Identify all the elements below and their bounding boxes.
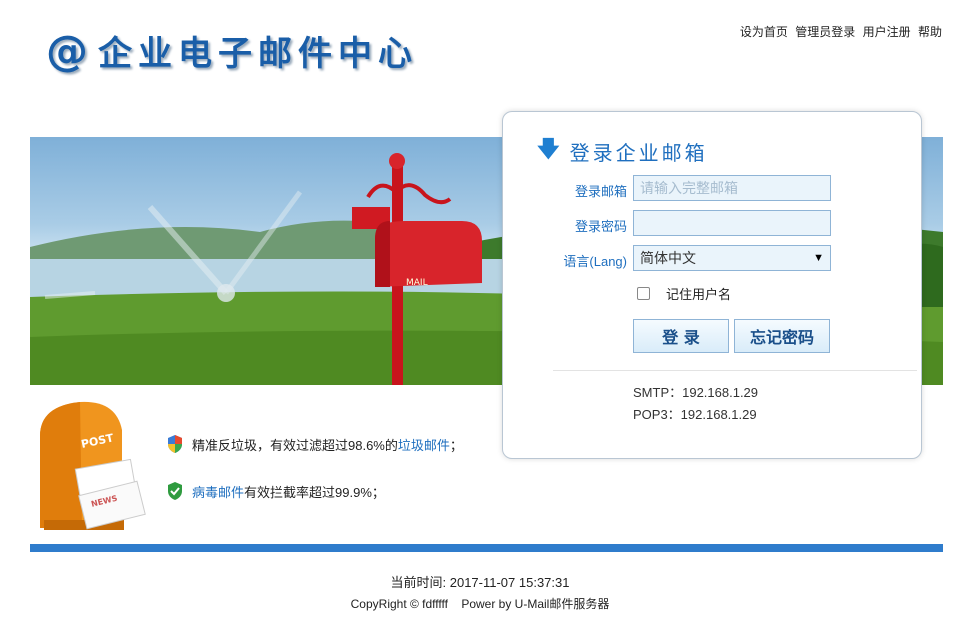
language-label: 语言(Lang) <box>563 254 627 269</box>
language-row: 语言(Lang) 简体中文 ▼ <box>503 245 921 273</box>
login-panel: 🡇 登录企业邮箱 登录邮箱 登录密码 语言(Lang) 简体中文 ▼ 记住用户名… <box>502 111 922 459</box>
language-select[interactable]: 简体中文 ▼ <box>633 245 831 271</box>
mailbox-label: MAIL <box>406 278 428 288</box>
remember-checkbox[interactable] <box>637 287 650 300</box>
email-field[interactable] <box>633 175 831 201</box>
feature-antispam-suffix: ； <box>449 437 463 453</box>
logo-title: 企业电子邮件中心 <box>98 34 418 74</box>
feature-antivirus-text: 有效拦截率超过99.9%； <box>244 484 385 500</box>
password-label: 登录密码 <box>574 219 627 234</box>
virus-mail-link[interactable]: 病毒邮件 <box>192 482 244 501</box>
shield-icon <box>168 435 182 453</box>
top-links: 设为首页 管理员登录 用户注册 帮助 <box>736 23 942 40</box>
smtp-info: SMTP：192.168.1.29 <box>633 385 759 400</box>
pop3-info: POP3：192.168.1.29 <box>633 407 757 422</box>
check-shield-icon <box>168 482 182 500</box>
link-user-register[interactable]: 用户注册 <box>863 25 911 39</box>
link-set-homepage[interactable]: 设为首页 <box>740 25 788 39</box>
link-help[interactable]: 帮助 <box>918 25 942 39</box>
down-arrow-icon: 🡇 <box>537 136 560 161</box>
link-admin-login[interactable]: 管理员登录 <box>795 25 855 39</box>
copyright-text: CopyRight © fdfffff Power by U-Mail邮件服务器 <box>350 597 610 611</box>
login-divider <box>553 370 917 371</box>
email-row: 登录邮箱 <box>503 175 921 203</box>
remember-label: 记住用户名 <box>666 287 732 302</box>
remember-username[interactable]: 记住用户名 <box>637 284 731 303</box>
email-label: 登录邮箱 <box>574 184 627 199</box>
current-time-label: 当前时间: <box>390 575 450 590</box>
footer-divider-bar <box>30 544 943 552</box>
feature-antispam: 精准反垃圾，有效过滤超过98.6%的 垃圾邮件； <box>166 434 463 454</box>
feature-antivirus: 病毒邮件 有效拦截率超过99.9%； <box>166 481 385 501</box>
login-header: 🡇 登录企业邮箱 <box>537 132 708 170</box>
current-time: 当前时间: 2017-11-07 15:37:31 <box>0 572 960 591</box>
login-button[interactable]: 登 录 <box>633 319 729 353</box>
forgot-password-button[interactable]: 忘记密码 <box>734 319 830 353</box>
current-time-value: 2017-11-07 15:37:31 <box>449 575 570 590</box>
site-logo: @ 企业电子邮件中心 <box>46 26 418 75</box>
logo-at-sign: @ <box>46 25 88 75</box>
password-field[interactable] <box>633 210 831 236</box>
feature-antispam-text: 精准反垃圾，有效过滤超过98.6%的 <box>192 437 398 453</box>
chevron-down-icon: ▼ <box>813 252 824 264</box>
language-selected-value: 简体中文 <box>640 250 696 266</box>
login-title: 登录企业邮箱 <box>569 140 708 165</box>
postbox-icon: POST NEWS <box>30 396 150 541</box>
password-row: 登录密码 <box>503 210 921 238</box>
spam-mail-link[interactable]: 垃圾邮件 <box>398 435 450 454</box>
